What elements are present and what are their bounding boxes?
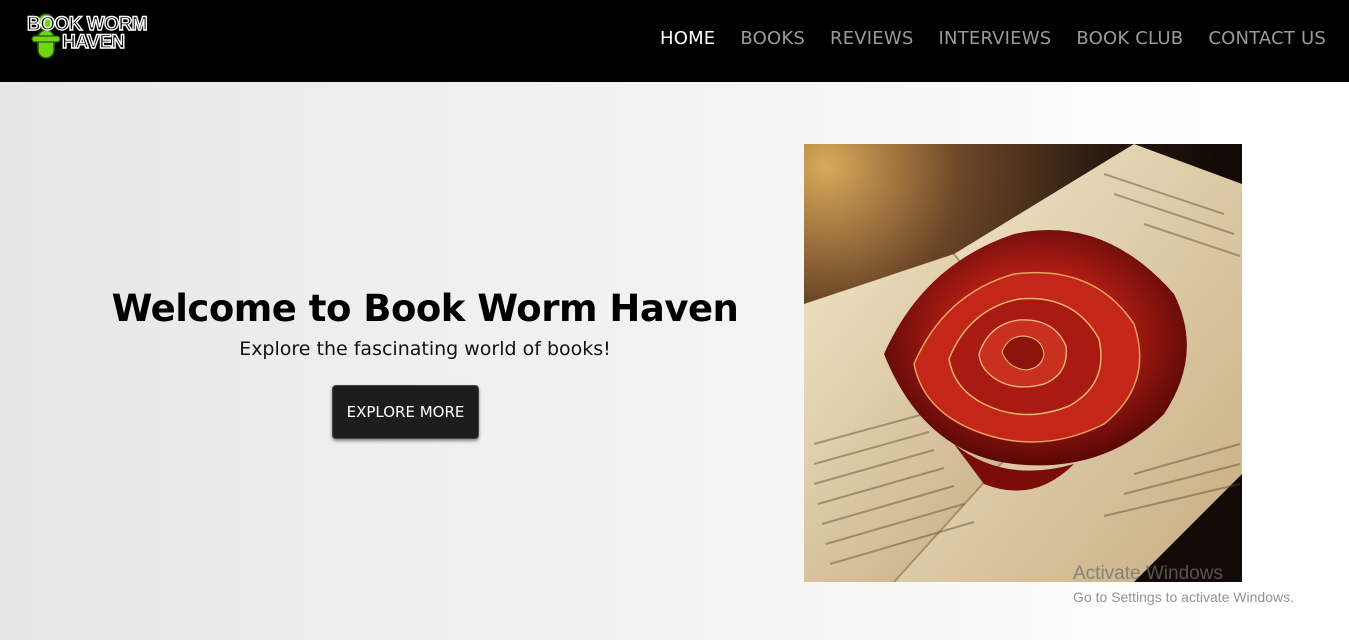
explore-more-button[interactable]: EXPLORE MORE bbox=[332, 385, 479, 439]
nav-link-interviews[interactable]: INTERVIEWS bbox=[939, 28, 1052, 49]
nav-item: CONTACT US bbox=[1208, 28, 1326, 49]
site-logo[interactable]: BOOK WORM HAVEN bbox=[24, 10, 154, 64]
hero-text-block: Welcome to Book Worm Haven Explore the f… bbox=[60, 287, 790, 360]
nav-item: BOOKS bbox=[740, 28, 805, 49]
hero-subtitle: Explore the fascinating world of books! bbox=[239, 338, 611, 360]
nav-link-contact-us[interactable]: CONTACT US bbox=[1208, 28, 1326, 49]
nav-item: REVIEWS bbox=[830, 28, 914, 49]
nav-link-home[interactable]: HOME bbox=[660, 28, 715, 49]
main-nav: HOME BOOKS REVIEWS INTERVIEWS BOOK CLUB CONTA… bbox=[660, 28, 1326, 49]
hero-section: Welcome to Book Worm Haven Explore the f… bbox=[0, 82, 1349, 640]
nav-link-reviews[interactable]: REVIEWS bbox=[830, 28, 914, 49]
rose-book-image bbox=[804, 144, 1242, 582]
nav-item: HOME bbox=[660, 28, 715, 49]
watermark-title: Activate Windows bbox=[1073, 563, 1223, 584]
nav-item: INTERVIEWS bbox=[939, 28, 1052, 49]
logo-text-line2: HAVEN bbox=[62, 32, 125, 53]
windows-activation-watermark: Activate Windows Go to Settings to activ… bbox=[1073, 563, 1294, 605]
nav-link-books[interactable]: BOOKS bbox=[740, 28, 805, 49]
hero-title: Welcome to Book Worm Haven bbox=[111, 287, 739, 330]
nav-link-book-club[interactable]: BOOK CLUB bbox=[1076, 28, 1183, 49]
watermark-subtitle: Go to Settings to activate Windows. bbox=[1073, 589, 1294, 605]
nav-item: BOOK CLUB bbox=[1076, 28, 1183, 49]
bookworm-logo-icon: BOOK WORM HAVEN bbox=[26, 13, 148, 59]
rose-on-open-book-image bbox=[804, 144, 1242, 582]
top-navbar: BOOK WORM HAVEN HOME BOOKS REVIEWS INTERVIE… bbox=[0, 0, 1349, 82]
